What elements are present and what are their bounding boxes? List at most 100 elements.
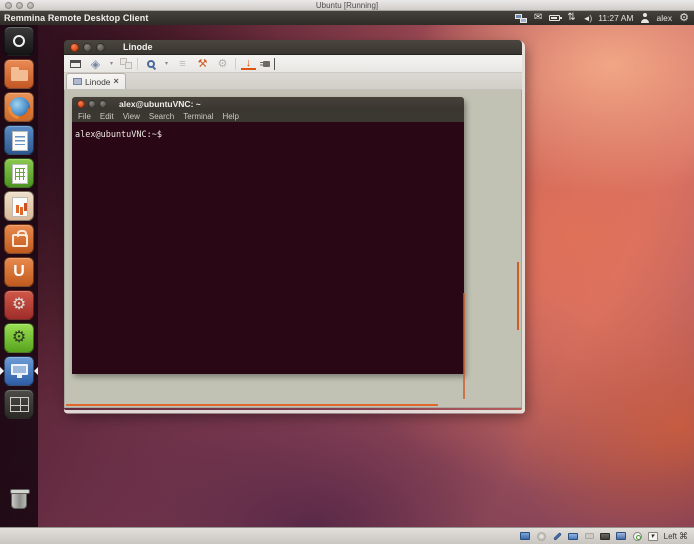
launcher-libreoffice-impress[interactable] <box>0 190 38 223</box>
optical-drives-icon[interactable] <box>536 531 547 541</box>
zoom-caret[interactable]: ▾ <box>163 60 170 67</box>
focused-app-arrow-right <box>34 367 38 375</box>
fullscreen-icon[interactable] <box>68 57 83 71</box>
shared-folders-icon[interactable] <box>600 531 611 541</box>
libreoffice-impress-icon <box>4 191 34 221</box>
remmina-window: Linode ◈ ▾ ▾ ≡ ⚒ ⚙ ↓ Linode × <box>64 40 522 410</box>
clock[interactable]: 11:27 AM <box>598 13 633 23</box>
terminal-close-button[interactable] <box>77 100 85 108</box>
host-key-indicator: Left ⌘ <box>664 531 688 542</box>
menu-file[interactable]: File <box>78 112 91 121</box>
remmina-maximize-button[interactable] <box>96 43 105 52</box>
menu-search[interactable]: Search <box>149 112 174 121</box>
files-icon <box>4 59 34 89</box>
indicator-area: ✉ ⇅ ◄) 11:27 AM alex ⚙ <box>515 12 689 24</box>
launcher-firefox[interactable] <box>0 91 38 124</box>
software-center-icon <box>4 224 34 254</box>
remmina-tab-bar: Linode × <box>64 73 522 90</box>
tools-icon[interactable]: ⚒ <box>195 57 210 71</box>
launcher-system-settings[interactable]: ⚙ <box>0 289 38 322</box>
remmina-toolbar: ◈ ▾ ▾ ≡ ⚒ ⚙ ↓ <box>64 55 522 73</box>
libreoffice-calc-icon <box>4 158 34 188</box>
duplicate-icon[interactable] <box>120 58 132 69</box>
software-updater-gear-icon: ⚙ <box>4 323 34 353</box>
tab-monitor-icon <box>73 78 82 85</box>
audio-icon[interactable] <box>552 531 563 541</box>
keyboard-capture-icon[interactable] <box>648 531 659 541</box>
dash-home-icon <box>4 26 34 56</box>
terminal-titlebar[interactable]: alex@ubuntuVNC: ~ <box>72 97 464 110</box>
launcher-dash-home[interactable] <box>0 25 38 58</box>
launcher-libreoffice-calc[interactable] <box>0 157 38 190</box>
ubuntu-one-icon: U <box>4 257 34 287</box>
launcher-libreoffice-writer[interactable] <box>0 124 38 157</box>
vbox-status-bar: Left ⌘ <box>0 527 694 544</box>
system-settings-gear-icon: ⚙ <box>4 290 34 320</box>
hard-disks-icon[interactable] <box>520 531 531 541</box>
tab-linode[interactable]: Linode × <box>66 73 126 89</box>
ubuntu-top-panel: Remmina Remote Desktop Client ✉ ⇅ ◄) 11:… <box>0 11 694 25</box>
command-key-icon: ⌘ <box>679 531 688 542</box>
mail-icon[interactable]: ✉ <box>534 12 542 24</box>
fit-window-caret[interactable]: ▾ <box>108 60 115 67</box>
launcher-software-center[interactable] <box>0 223 38 256</box>
menu-terminal[interactable]: Terminal <box>183 112 213 121</box>
menu-edit[interactable]: Edit <box>100 112 114 121</box>
menu-view[interactable]: View <box>123 112 140 121</box>
disconnect-plug-icon[interactable] <box>261 58 275 70</box>
remote-desktop-edge-strip <box>66 404 438 406</box>
tab-close-icon[interactable]: × <box>114 77 119 86</box>
remote-desktop-edge-line <box>517 262 519 330</box>
vnc-viewport[interactable]: alex@ubuntuVNC: ~ File Edit View Search … <box>64 90 522 408</box>
terminal-window: alex@ubuntuVNC: ~ File Edit View Search … <box>72 97 464 374</box>
vm-window-title: Ubuntu [Running] <box>0 0 694 11</box>
terminal-minimize-button[interactable] <box>88 100 96 108</box>
remmina-close-button[interactable] <box>70 43 79 52</box>
terminal-screen[interactable]: alex@ubuntuVNC:~$ <box>72 122 464 374</box>
host-key-label: Left <box>664 532 677 541</box>
user-menu[interactable]: alex <box>657 13 673 23</box>
display-icon[interactable] <box>616 531 627 541</box>
user-icon <box>641 13 650 23</box>
menu-help[interactable]: Help <box>222 112 238 121</box>
import-icon[interactable]: ↓ <box>241 58 256 70</box>
toolbar-separator <box>137 58 138 70</box>
unity-launcher: U ⚙ ⚙ <box>0 25 38 527</box>
trash-icon <box>4 485 34 515</box>
terminal-window-title: alex@ubuntuVNC: ~ <box>119 99 201 109</box>
vm-window-titlebar: Ubuntu [Running] <box>0 0 694 11</box>
workspace-switcher-icon <box>4 389 34 419</box>
battery-icon[interactable] <box>549 15 560 21</box>
volume-icon[interactable]: ◄) <box>583 12 592 24</box>
fit-window-icon[interactable]: ◈ <box>88 57 103 71</box>
terminal-edge-artifact <box>463 293 465 399</box>
launcher-files[interactable] <box>0 58 38 91</box>
remmina-icon <box>4 356 34 386</box>
session-gear-icon[interactable]: ⚙ <box>679 12 689 24</box>
launcher-workspace-switcher[interactable] <box>0 388 38 421</box>
network-adapters-icon[interactable] <box>568 531 579 541</box>
firefox-icon <box>4 92 34 122</box>
shell-prompt: alex@ubuntuVNC:~$ <box>75 130 162 140</box>
terminal-menubar: File Edit View Search Terminal Help <box>72 110 464 122</box>
launcher-remmina[interactable] <box>0 355 38 388</box>
remmina-titlebar[interactable]: Linode <box>64 40 522 55</box>
tab-label: Linode <box>85 77 111 87</box>
libreoffice-writer-icon <box>4 125 34 155</box>
sync-arrows-icon[interactable]: ⇅ <box>567 12 575 24</box>
remmina-window-title: Linode <box>123 42 153 52</box>
usb-icon[interactable] <box>584 531 595 541</box>
remmina-minimize-button[interactable] <box>83 43 92 52</box>
launcher-trash[interactable] <box>0 484 38 517</box>
launcher-software-updater[interactable]: ⚙ <box>0 322 38 355</box>
mouse-integration-icon[interactable] <box>632 531 643 541</box>
screen: Ubuntu [Running] Remmina Remote Desktop … <box>0 0 694 544</box>
network-icon[interactable] <box>515 14 527 23</box>
grab-keyboard-icon[interactable]: ≡ <box>175 57 190 71</box>
launcher-ubuntu-one[interactable]: U <box>0 256 38 289</box>
terminal-maximize-button[interactable] <box>99 100 107 108</box>
app-menu-label[interactable]: Remmina Remote Desktop Client <box>4 13 148 23</box>
toolbar-separator <box>235 58 236 70</box>
settings-icon[interactable]: ⚙ <box>215 57 230 71</box>
zoom-icon[interactable] <box>143 57 158 71</box>
